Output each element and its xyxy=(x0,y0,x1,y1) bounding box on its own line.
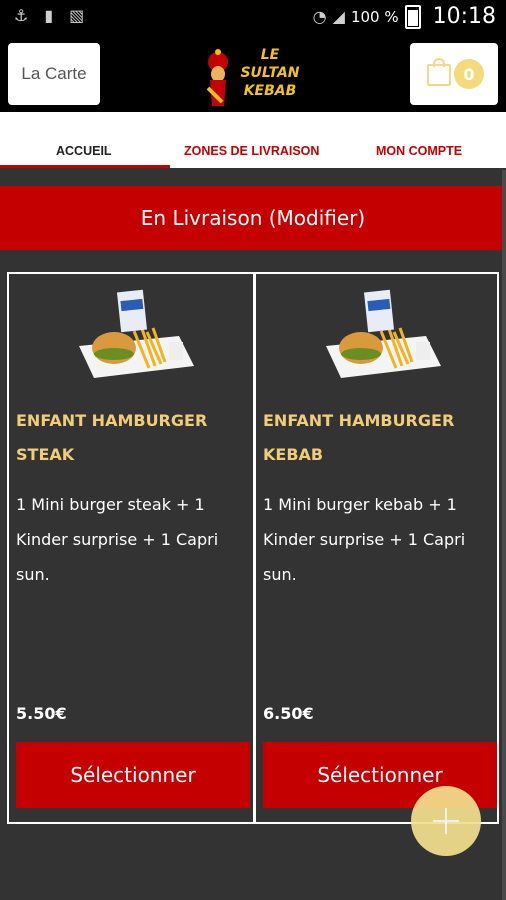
product-price: 6.50€ xyxy=(263,704,314,723)
product-price: 5.50€ xyxy=(16,704,67,723)
status-right-icons: ◔ ◢ 100 % 10:18 xyxy=(313,4,496,29)
product-description: 1 Mini burger steak + 1 Kinder surprise … xyxy=(16,495,219,584)
usb-icon: ⚓ xyxy=(14,6,29,25)
product-card: ENFANT HAMBURGER STEAK 1 Mini burger ste… xyxy=(9,274,254,822)
status-left-icons: ⚓ ▮ ▧ xyxy=(14,6,84,25)
select-button[interactable]: Sélectionner xyxy=(16,742,250,808)
active-tab-indicator xyxy=(0,165,170,168)
tab-bar: ACCUEIL ZONES DE LIVRAISON MON COMPTE xyxy=(0,112,506,168)
sim-icon: ▧ xyxy=(69,6,85,25)
tab-zones-de-livraison[interactable]: ZONES DE LIVRAISON xyxy=(184,144,319,158)
battery-icon xyxy=(404,4,421,29)
shopping-bag-icon xyxy=(427,58,451,86)
product-image xyxy=(326,289,441,378)
logo-line-1: LE SULTAN xyxy=(240,47,300,81)
status-bar: ⚓ ▮ ▧ ◔ ◢ 100 % 10:18 xyxy=(0,0,506,36)
product-image xyxy=(79,289,194,378)
cart-count-badge: 0 xyxy=(454,59,484,89)
wifi-icon: ◔ xyxy=(312,7,327,26)
delivery-mode-button[interactable]: En Livraison (Modifier) xyxy=(0,186,506,250)
scrollbar[interactable] xyxy=(502,170,506,900)
la-carte-button[interactable]: La Carte xyxy=(8,43,100,105)
product-grid: ENFANT HAMBURGER STEAK 1 Mini burger ste… xyxy=(7,272,499,824)
product-description: 1 Mini burger kebab + 1 Kinder surprise … xyxy=(263,495,466,584)
logo-text: LE SULTAN KEBAB xyxy=(234,46,306,100)
clock: 10:18 xyxy=(432,4,496,29)
tab-accueil[interactable]: ACCUEIL xyxy=(56,144,112,158)
signal-icon: ◢ xyxy=(332,7,345,26)
app-header: La Carte LE SULTAN KEBAB 0 xyxy=(0,36,506,112)
battery-100-icon: ▮ xyxy=(44,6,54,25)
product-title: ENFANT HAMBURGER KEBAB xyxy=(263,411,455,464)
logo: LE SULTAN KEBAB xyxy=(204,40,314,110)
add-fab-button[interactable] xyxy=(411,786,481,856)
product-title: ENFANT HAMBURGER STEAK xyxy=(16,411,208,464)
battery-percent: 100 % xyxy=(350,7,399,26)
logo-line-2: KEBAB xyxy=(243,83,297,99)
tab-mon-compte[interactable]: MON COMPTE xyxy=(376,144,462,158)
product-card: ENFANT HAMBURGER KEBAB 1 Mini burger keb… xyxy=(256,274,501,822)
cart-button[interactable]: 0 xyxy=(410,43,498,105)
